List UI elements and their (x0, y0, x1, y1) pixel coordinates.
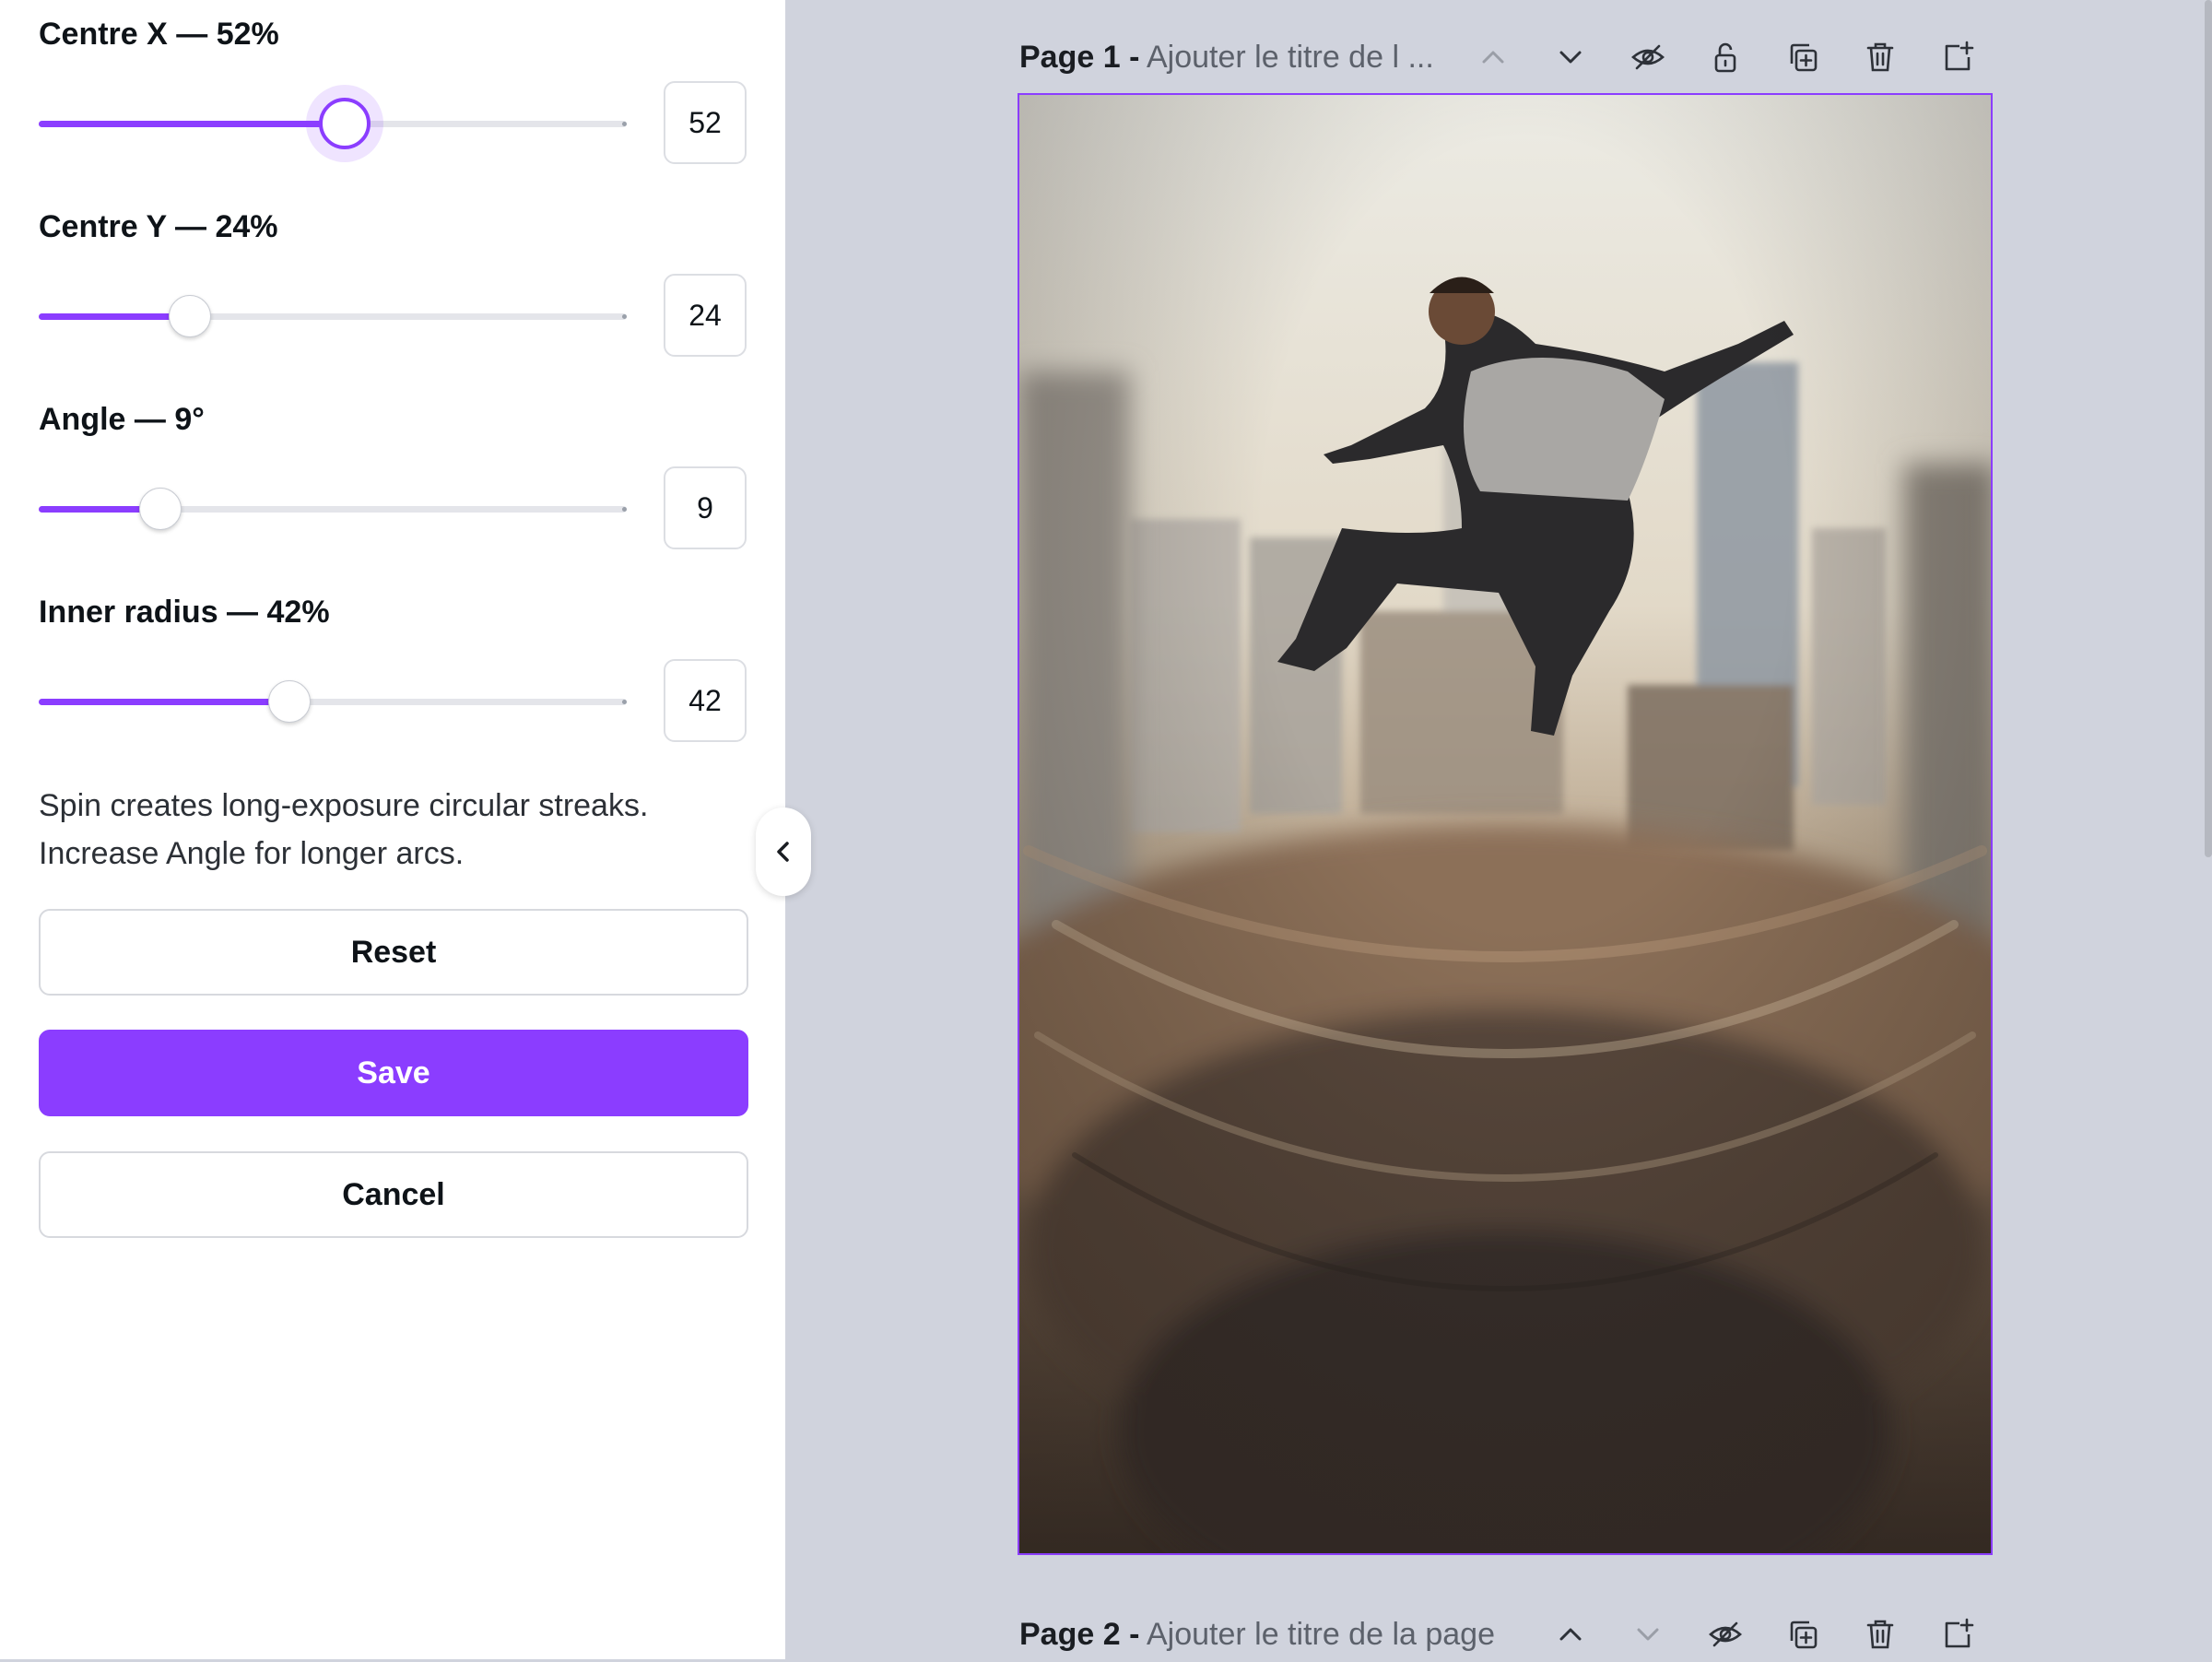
page-2-move-up-button[interactable] (1547, 1610, 1594, 1658)
chevron-down-icon (1637, 1628, 1659, 1641)
duplicate-icon (1790, 1621, 1818, 1649)
centre-x-label: Centre X — 52% (39, 17, 279, 52)
centre-y-control: Centre Y — 24% 24 (39, 209, 748, 394)
inner-radius-label: Inner radius — 42% (39, 595, 330, 630)
unlock-icon (1714, 42, 1736, 73)
centre-x-control: Centre X — 52% 52 (39, 17, 748, 201)
delete-page-button[interactable] (1856, 33, 1904, 81)
hide-page-button[interactable] (1624, 33, 1672, 81)
centre-y-slider[interactable] (39, 295, 627, 337)
inner-radius-input[interactable]: 42 (664, 659, 747, 742)
centre-x-slider-fill (39, 121, 345, 127)
angle-slider-thumb[interactable] (139, 488, 182, 530)
add-page-icon (1945, 41, 1974, 71)
chevron-left-icon (777, 842, 789, 862)
centre-y-label: Centre Y — 24% (39, 209, 278, 244)
duplicate-icon (1790, 43, 1818, 72)
centre-y-input[interactable]: 24 (664, 274, 747, 357)
angle-label: Angle — 9° (39, 402, 205, 437)
page-2-title[interactable]: Page 2 - Ajouter le titre de la page (1019, 1617, 1495, 1653)
inner-radius-slider-thumb[interactable] (268, 680, 311, 723)
angle-input[interactable]: 9 (664, 466, 747, 549)
chevron-up-icon (1559, 1628, 1582, 1641)
canvas-scrollbar[interactable] (2205, 0, 2212, 857)
centre-x-input[interactable]: 52 (664, 81, 747, 164)
eye-off-icon (1709, 1621, 1742, 1647)
spin-blurred-photo (1019, 95, 1991, 1553)
centre-x-slider[interactable] (39, 98, 627, 149)
chevron-down-icon (1559, 51, 1582, 64)
page-2-move-down-button[interactable] (1624, 1610, 1672, 1658)
page-2-header: Page 2 - Ajouter le titre de la page (1019, 1607, 1495, 1662)
page-2-add-page-button[interactable] (1934, 1610, 1982, 1658)
inner-radius-slider[interactable] (39, 680, 627, 723)
move-page-down-button[interactable] (1547, 33, 1594, 81)
page-1-header: Page 1 - Ajouter le titre de l ... (1019, 29, 1434, 85)
angle-slider[interactable] (39, 488, 627, 530)
angle-control: Angle — 9° 9 (39, 402, 748, 586)
reset-button[interactable]: Reset (39, 909, 748, 996)
trash-icon (1866, 1620, 1894, 1649)
collapse-panel-button[interactable] (756, 807, 811, 896)
move-page-up-button[interactable] (1469, 33, 1517, 81)
page-2-hide-button[interactable] (1701, 1610, 1749, 1658)
add-page-icon (1945, 1618, 1974, 1648)
trash-icon (1866, 42, 1894, 72)
help-text: Spin creates long-exposure circular stre… (39, 788, 649, 871)
save-button[interactable]: Save (39, 1030, 748, 1116)
page-1-toolbar (1469, 33, 2011, 81)
page-2-toolbar (1547, 1610, 2011, 1658)
centre-x-slider-thumb[interactable] (319, 98, 371, 149)
duplicate-page-button[interactable] (1779, 33, 1827, 81)
effects-panel: Centre X — 52% 52 Centre Y — 24% 24 Angl… (0, 0, 785, 1659)
centre-y-slider-thumb[interactable] (169, 295, 211, 337)
chevron-up-icon (1482, 51, 1504, 64)
inner-radius-control: Inner radius — 42% 42 (39, 595, 748, 779)
cancel-button[interactable]: Cancel (39, 1151, 748, 1238)
page-1-title[interactable]: Page 1 - Ajouter le titre de l ... (1019, 40, 1434, 76)
page-2-duplicate-button[interactable] (1779, 1610, 1827, 1658)
page-1-canvas[interactable] (1018, 93, 1993, 1555)
page-2-delete-button[interactable] (1856, 1610, 1904, 1658)
centre-y-slider-fill (39, 313, 190, 320)
inner-radius-slider-fill (39, 699, 289, 705)
lock-page-button[interactable] (1701, 33, 1749, 81)
eye-off-icon (1631, 44, 1665, 70)
add-page-button[interactable] (1934, 33, 1982, 81)
